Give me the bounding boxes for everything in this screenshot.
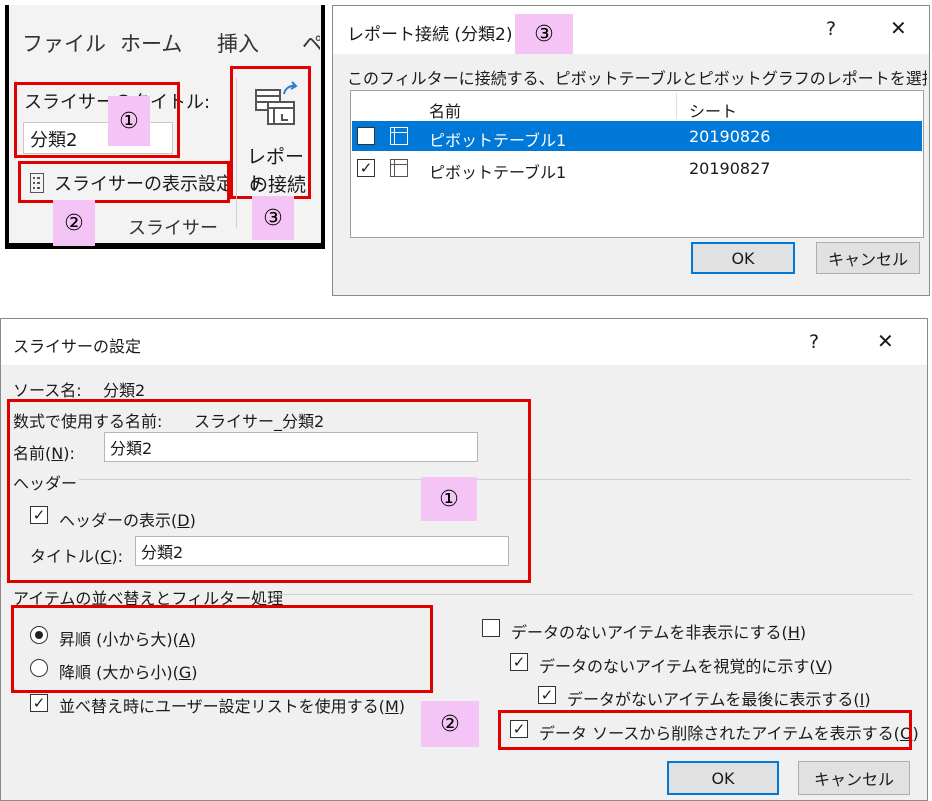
custom-list-checkbox[interactable]: ✓ [30, 694, 48, 712]
report-row-checkbox[interactable] [357, 127, 375, 145]
report-col-divider [676, 93, 677, 119]
report-instruction: このフィルターに接続する、ピボットテーブルとピボットグラフのレポートを選択してく… [347, 69, 927, 88]
last-no-data-label: データがないアイテムを最後に表示する(I) [567, 690, 871, 709]
report-connections-dialog: レポート接続 (分類2) ③ ? ✕ このフィルターに接続する、ピボットテーブル… [332, 5, 930, 296]
visual-no-data-label: データのないアイテムを視覚的に示す(V) [539, 657, 833, 676]
tab-insert[interactable]: 挿入 [217, 28, 259, 58]
report-row-name: ピボットテーブル1 [429, 163, 567, 182]
report-ok-button[interactable]: OK [691, 242, 795, 274]
ribbon-group-divider [236, 78, 237, 228]
settings-ok-button[interactable]: OK [667, 761, 779, 795]
settings-highlight-1 [7, 399, 531, 583]
pivot-table-icon [390, 127, 408, 145]
report-list[interactable]: 名前 シート ピボットテーブル1 20190826 ✓ ピボットテーブル1 20… [350, 90, 924, 238]
settings-highlight-2a [11, 605, 433, 693]
settings-close-button[interactable]: ✕ [877, 329, 894, 353]
settings-marker-2: ② [421, 701, 479, 747]
report-help-button[interactable]: ? [826, 18, 836, 40]
report-row-sheet: 20190826 [689, 127, 771, 146]
sort-section-divider [273, 594, 913, 595]
settings-cancel-button[interactable]: キャンセル [798, 761, 910, 795]
report-col-sheet-header[interactable]: シート [689, 98, 737, 122]
last-no-data-checkbox[interactable]: ✓ [538, 686, 556, 704]
hide-no-data-label: データのないアイテムを非表示にする(H) [511, 623, 807, 642]
settings-highlight-2b [498, 710, 912, 750]
highlight-3 [230, 66, 311, 199]
custom-list-label: 並べ替え時にユーザー設定リストを使用する(M) [59, 697, 405, 716]
tab-page-layout[interactable]: ペ [302, 28, 320, 58]
report-row[interactable]: ✓ ピボットテーブル1 20190827 [352, 153, 922, 183]
marker-3: ③ [252, 196, 294, 240]
tab-file[interactable]: ファイル [22, 28, 106, 58]
pivot-table-icon [390, 159, 408, 177]
marker-2: ② [53, 200, 95, 246]
report-dialog-title: レポート接続 (分類2) [347, 25, 513, 45]
source-name-value: 分類2 [103, 381, 146, 400]
report-close-button[interactable]: ✕ [890, 16, 907, 40]
settings-dialog-title: スライサーの設定 [13, 337, 142, 356]
highlight-2 [18, 161, 230, 203]
slicer-settings-dialog: スライサーの設定 ? ✕ ソース名: 分類2 数式で使用する名前: スライサー_… [0, 318, 928, 801]
report-row-checkbox[interactable]: ✓ [357, 159, 375, 177]
slicer-group-label: スライサー [128, 218, 218, 239]
report-row-sheet: 20190827 [689, 159, 771, 178]
report-dialog-marker: ③ [515, 14, 573, 54]
report-row-name: ピボットテーブル1 [429, 131, 567, 150]
report-col-name-header[interactable]: 名前 [429, 98, 461, 122]
settings-help-button[interactable]: ? [809, 331, 819, 353]
visual-no-data-checkbox[interactable]: ✓ [510, 653, 528, 671]
highlight-1 [14, 82, 180, 158]
source-name-label: ソース名: [13, 381, 82, 400]
report-cancel-button[interactable]: キャンセル [816, 242, 920, 274]
report-row[interactable]: ピボットテーブル1 20190826 [352, 121, 922, 151]
hide-no-data-checkbox[interactable] [482, 619, 500, 637]
tab-home[interactable]: ホーム [120, 28, 182, 58]
